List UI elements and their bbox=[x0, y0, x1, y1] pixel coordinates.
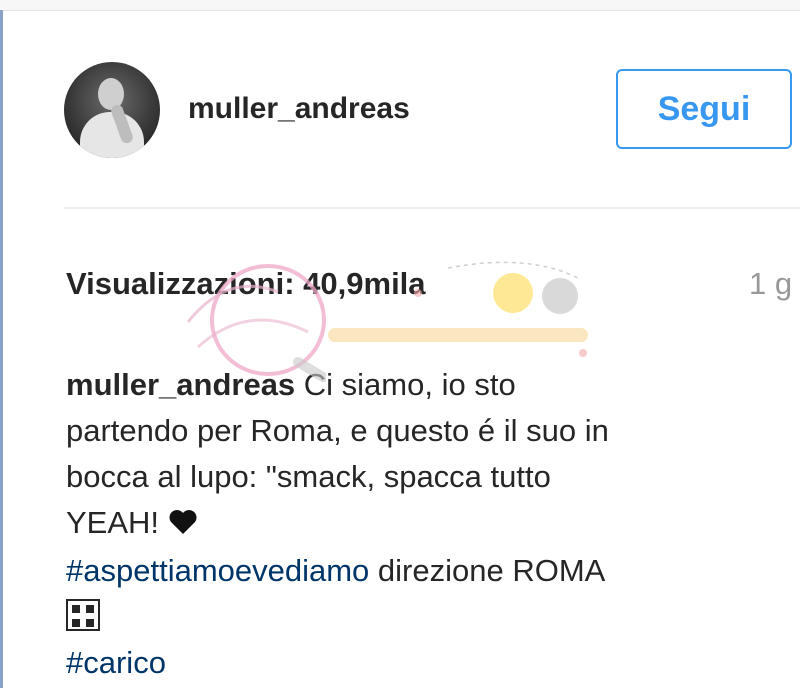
post-caption: muller_andreas Ci siamo, io sto partendo… bbox=[66, 362, 746, 686]
views-count: Visualizzazioni: 40,9mila bbox=[66, 266, 426, 302]
follow-button[interactable]: Segui bbox=[616, 69, 792, 149]
unsupported-emoji-icon bbox=[66, 599, 100, 631]
caption-username[interactable]: muller_andreas bbox=[66, 367, 295, 402]
post-header: muller_andreas Segui bbox=[64, 62, 800, 160]
views-label: Visualizzazioni: bbox=[66, 266, 295, 301]
window-left-edge bbox=[0, 10, 3, 688]
top-strip bbox=[0, 0, 800, 11]
username-link[interactable]: muller_andreas bbox=[188, 92, 410, 126]
caption-line-5: direzione ROMA bbox=[369, 553, 606, 588]
hashtag-aspettiamoevediamo[interactable]: #aspettiamoevediamo bbox=[66, 553, 369, 588]
caption-line-4: YEAH! bbox=[66, 505, 168, 540]
post-time[interactable]: 1 g bbox=[749, 266, 792, 302]
divider bbox=[64, 207, 800, 209]
caption-line-3: bocca al lupo: "smack, spacca tutto bbox=[66, 459, 551, 494]
hashtag-carico[interactable]: #carico bbox=[66, 645, 166, 680]
avatar[interactable] bbox=[64, 62, 160, 158]
caption-line-2: partendo per Roma, e questo é il suo in bbox=[66, 413, 609, 448]
black-heart-icon bbox=[168, 502, 198, 548]
views-value: 40,9mila bbox=[303, 266, 426, 301]
caption-line-1: Ci siamo, io sto bbox=[295, 367, 516, 402]
